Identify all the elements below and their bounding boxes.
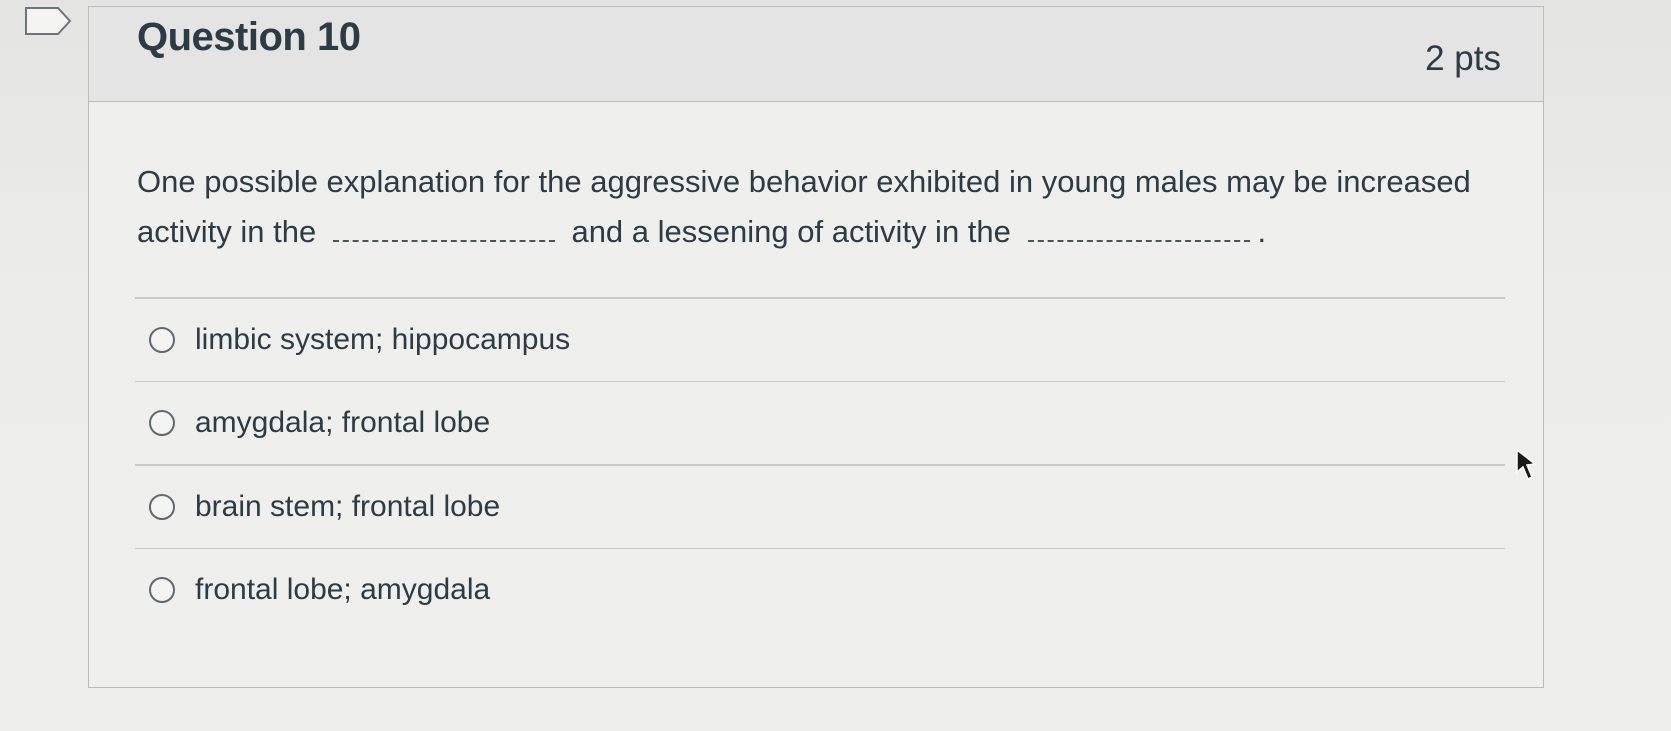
answer-label[interactable]: limbic system; hippocampus xyxy=(195,323,570,357)
answer-list: limbic system; hippocampus amygdala; fro… xyxy=(135,297,1505,631)
answer-option-1[interactable]: limbic system; hippocampus xyxy=(135,299,1505,381)
question-points: 2 pts xyxy=(1425,39,1501,78)
answer-label[interactable]: frontal lobe; amygdala xyxy=(195,573,490,607)
answer-option-3[interactable]: brain stem; frontal lobe xyxy=(135,466,1505,548)
quiz-page: Question 10 2 pts One possible explanati… xyxy=(0,0,1671,731)
radio-button[interactable] xyxy=(149,577,175,603)
answer-blank-1 xyxy=(332,214,555,242)
radio-button[interactable] xyxy=(149,326,175,353)
answer-label[interactable]: amygdala; frontal lobe xyxy=(195,406,490,440)
question-text-end: . xyxy=(1257,214,1267,249)
radio-button[interactable] xyxy=(149,410,175,436)
question-text: One possible explanation for the aggress… xyxy=(137,157,1477,257)
answer-blank-2 xyxy=(1027,214,1250,242)
answer-option-2[interactable]: amygdala; frontal lobe xyxy=(135,382,1505,464)
radio-button[interactable] xyxy=(149,493,175,520)
answer-label[interactable]: brain stem; frontal lobe xyxy=(195,490,500,524)
question-text-part2: and a lessening of activity in the xyxy=(571,214,1011,249)
question-title: Question 10 xyxy=(137,15,361,59)
bookmark-icon[interactable] xyxy=(24,6,72,36)
question-card: Question 10 2 pts One possible explanati… xyxy=(88,6,1544,688)
answer-option-4[interactable]: frontal lobe; amygdala xyxy=(135,549,1505,631)
question-header: Question 10 2 pts xyxy=(89,7,1543,102)
mouse-pointer-icon xyxy=(1516,448,1537,481)
